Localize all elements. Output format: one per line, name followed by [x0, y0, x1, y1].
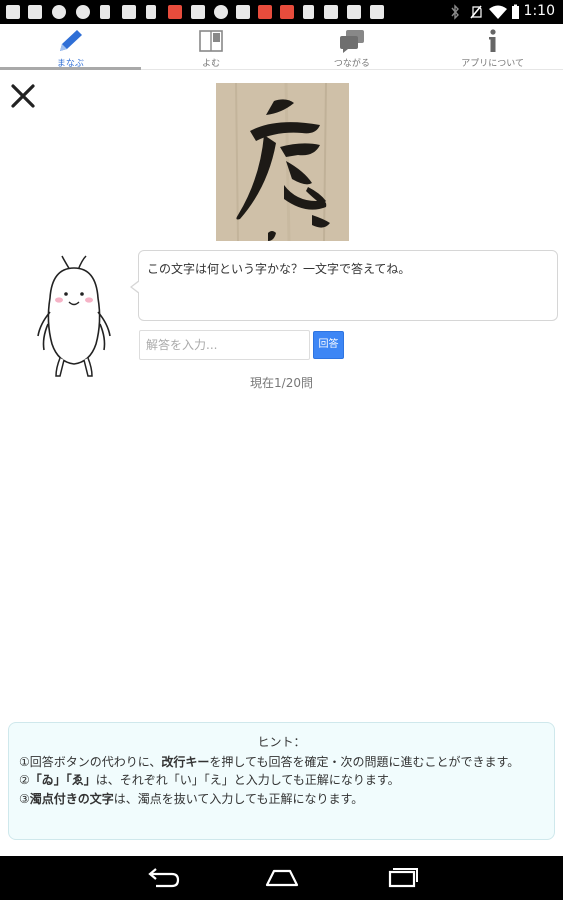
progress-text: 現在1/20問	[250, 376, 313, 390]
phone-icon	[100, 5, 110, 19]
hint-text: ②	[19, 773, 30, 787]
kanji-image	[216, 83, 349, 241]
answer-button[interactable]: 回答	[313, 331, 344, 359]
status-time: 1:10	[523, 3, 555, 19]
hint-text: は、それぞれ「い」「え」と入力しても正解になります。	[95, 773, 400, 787]
question-bubble: この文字は何という字かな？一文字で答えてね。	[130, 250, 558, 321]
mail-icon	[191, 5, 205, 19]
hint-box: ヒント： ①回答ボタンの代わりに、改行キーを押しても回答を確定・次の問題に進むこ…	[8, 722, 555, 840]
message-icon	[28, 5, 42, 19]
hint-text: は、濁点を抜いて入力しても正解になります。	[113, 791, 364, 806]
shield-icon	[214, 5, 228, 19]
location-icon	[76, 5, 90, 19]
pocket-icon	[168, 5, 182, 19]
shield-icon	[52, 5, 66, 19]
pocket-icon	[280, 5, 294, 19]
hint-line-2: ②「ゐ」「ゑ」は、それぞれ「い」「え」と入力しても正解になります。	[19, 771, 544, 790]
tab-read[interactable]: よむ	[141, 24, 282, 69]
hint-emphasis: 「ゐ」「ゑ」	[29, 773, 96, 787]
image-icon	[122, 5, 136, 19]
back-icon[interactable]	[142, 864, 182, 892]
home-icon[interactable]	[262, 864, 302, 892]
camera-icon	[370, 5, 384, 19]
tab-learn-label: まなぶ	[56, 59, 84, 69]
hint-line-1: ①回答ボタンの代わりに、改行キーを押しても回答を確定・次の問題に進むことができま…	[19, 753, 544, 772]
hint-emphasis: 改行キー	[161, 754, 210, 769]
hint-title: ヒント：	[257, 735, 306, 749]
hint-emphasis: 濁点付きの文字	[29, 791, 114, 806]
navigation-bar	[0, 856, 563, 900]
hint-line-3: ③濁点付きの文字は、濁点を抜いて入力しても正解になります。	[19, 790, 544, 809]
answer-input[interactable]	[139, 330, 310, 360]
book-icon	[199, 30, 223, 52]
close-icon[interactable]	[9, 82, 37, 110]
battery-icon	[512, 4, 519, 19]
pencil-icon	[60, 30, 83, 51]
photo-icon	[324, 5, 338, 19]
wifi-icon	[489, 5, 507, 19]
barcode-icon	[303, 5, 314, 19]
tab-learn[interactable]: まなぶ	[0, 24, 141, 70]
status-bar: 1:10	[0, 0, 563, 24]
question-text: この文字は何という字かな？一文字で答えてね。	[147, 262, 411, 276]
info-icon	[488, 29, 496, 52]
pocket-icon	[258, 5, 272, 19]
hint-text: ①回答ボタンの代わりに、	[19, 754, 162, 769]
mascot-character	[37, 255, 111, 377]
no-sim-icon	[470, 5, 482, 19]
chat-icon	[339, 30, 364, 53]
download-icon	[146, 5, 156, 19]
tab-connect[interactable]: つながる	[282, 24, 423, 69]
tab-connect-label: つながる	[333, 59, 370, 69]
message-icon	[6, 5, 20, 19]
tab-about[interactable]: アプリについて	[422, 24, 563, 69]
photo-icon	[236, 5, 250, 19]
tab-bar: まなぶ よむ つながる アプリについて	[0, 24, 563, 70]
tab-read-label: よむ	[202, 59, 221, 69]
tab-about-label: アプリについて	[461, 59, 524, 69]
hint-text: ③	[19, 791, 30, 806]
recents-icon[interactable]	[382, 864, 422, 892]
camera-icon	[347, 5, 361, 19]
hint-text: を押しても回答を確定・次の問題に進むことができます。	[209, 754, 520, 769]
bluetooth-icon	[451, 4, 459, 20]
